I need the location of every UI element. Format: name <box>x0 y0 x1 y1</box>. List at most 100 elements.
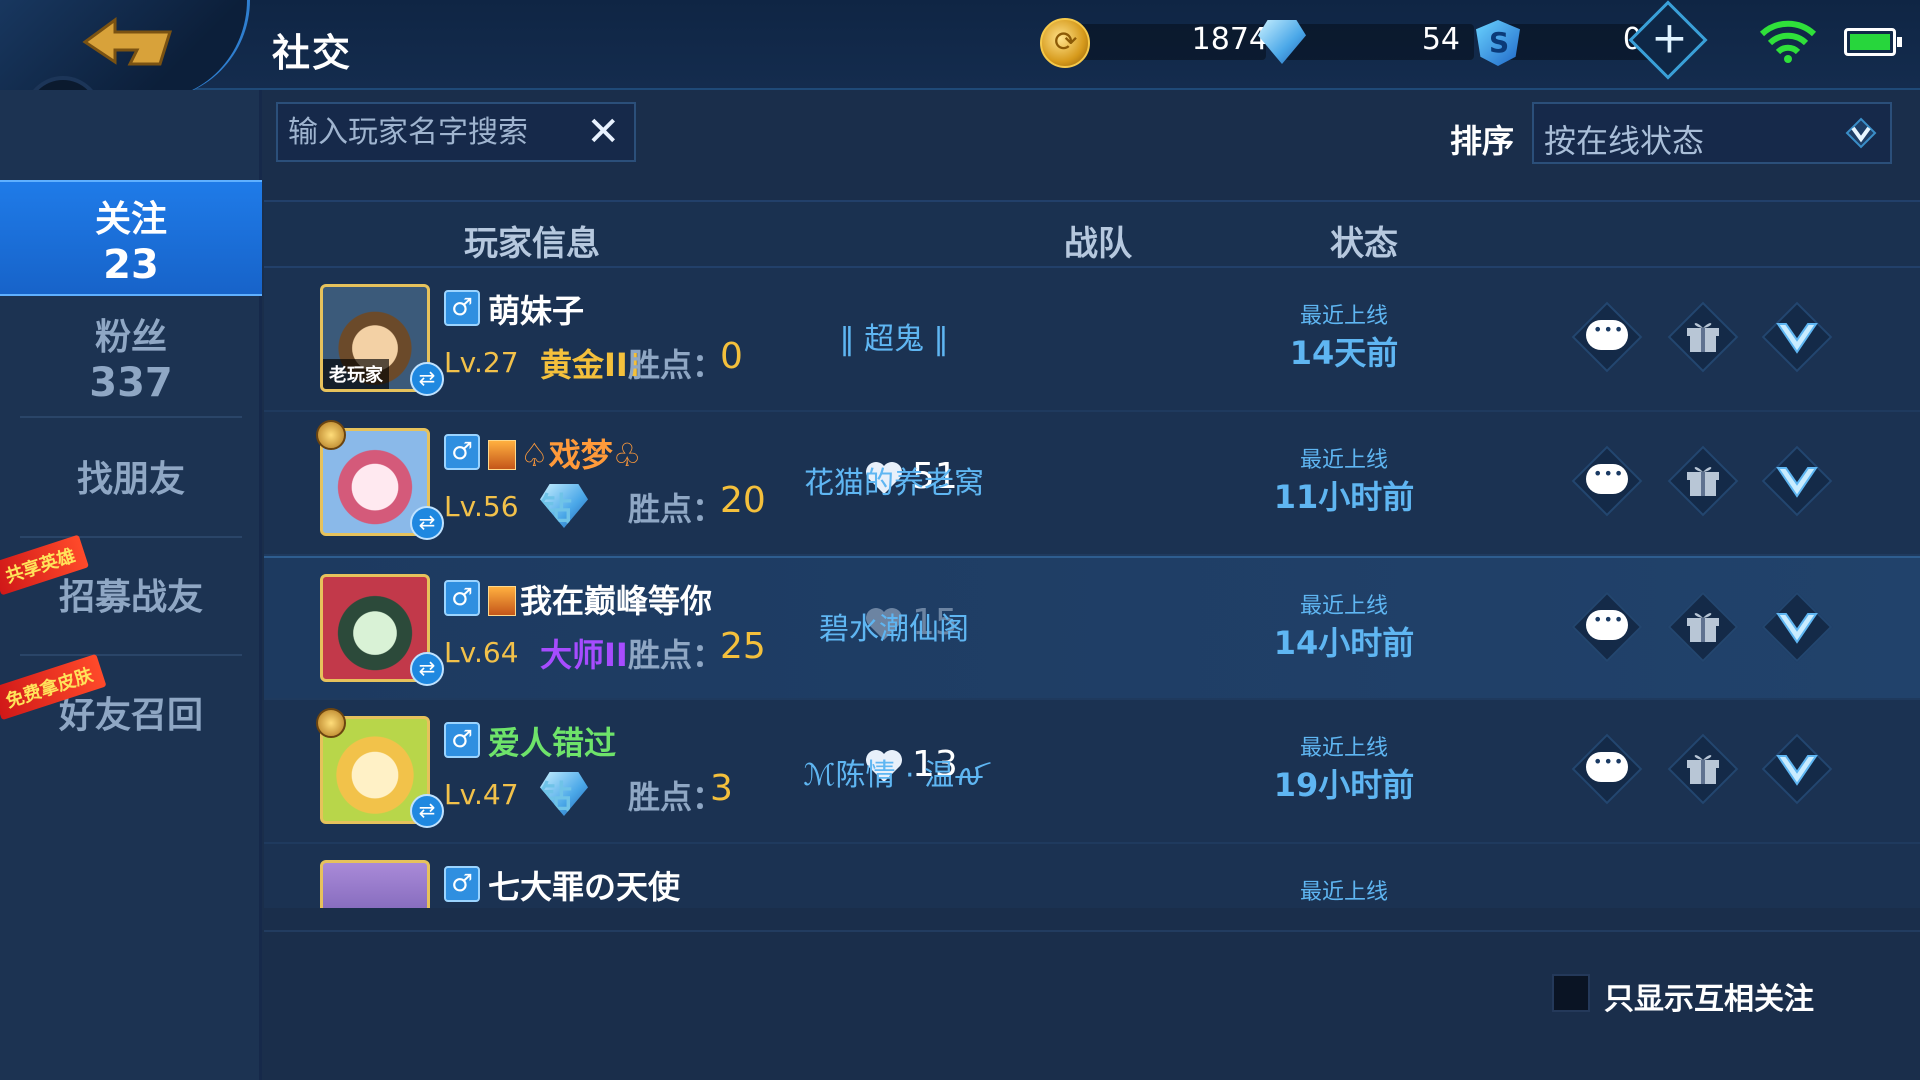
search-box: ✕ <box>276 102 636 162</box>
chat-button[interactable] <box>1571 733 1643 805</box>
sidebar-item-label: 粉丝 <box>94 317 167 358</box>
rank-tier: 钻石III <box>540 484 588 528</box>
team-name[interactable]: 碧水潮仙阁 <box>704 604 1084 648</box>
mutual-only-label[interactable]: 只显示互相关注 <box>1604 974 1814 1018</box>
gift-icon <box>1687 613 1719 642</box>
guild-badge-icon <box>488 440 516 470</box>
gold-counter: 1874 <box>1040 18 1268 68</box>
player-level: Lv.27 <box>444 346 519 379</box>
gift-button[interactable] <box>1667 591 1739 663</box>
table-row[interactable]: ♂ 七大罪の天使 最近上线 <box>264 844 1920 908</box>
status-title: 最近上线 <box>1299 594 1388 619</box>
status-time: 14小时前 <box>1273 624 1415 662</box>
player-name: 萌妹子 <box>488 292 585 330</box>
diamond-value: 54 <box>1421 22 1460 57</box>
chat-button[interactable] <box>1571 591 1643 663</box>
rank-medal-icon <box>316 708 346 738</box>
male-icon: ♂ <box>444 434 480 470</box>
player-name: 我在巅峰等你 <box>488 576 712 622</box>
more-options-button[interactable] <box>1761 445 1833 517</box>
player-level: Lv.47 <box>444 778 519 811</box>
swap-icon: ⇄ <box>410 652 444 686</box>
status-title: 最近上线 <box>1299 448 1388 473</box>
swap-icon: ⇄ <box>410 794 444 828</box>
status-title: 最近上线 <box>1299 880 1388 905</box>
back-arrow-icon <box>82 17 173 66</box>
status-title: 最近上线 <box>1299 304 1388 329</box>
back-button[interactable] <box>0 0 250 100</box>
sidebar-item-label: 找朋友 <box>76 459 185 500</box>
chevron-down-icon <box>1845 117 1877 149</box>
chevron-down-icon <box>1776 755 1818 786</box>
gift-icon <box>1687 323 1719 352</box>
table-row[interactable]: ⇄ ♂ ♤戏梦♧ Lv.56 钻石III 胜点： 20 51 花猫的养老窝 最近… <box>264 412 1920 556</box>
gift-icon <box>1687 755 1719 784</box>
diamond-counter: 54 <box>1258 18 1474 66</box>
gold-value: 1874 <box>1191 22 1268 57</box>
sidebar: 关注 23 粉丝 337 找朋友 招募战友 共享英雄 好友召回 免费拿皮肤 <box>0 90 262 1080</box>
more-options-button[interactable] <box>1761 301 1833 373</box>
player-level: Lv.56 <box>444 490 519 523</box>
swap-icon: ⇄ <box>410 362 444 396</box>
battery-icon <box>1844 28 1902 56</box>
gift-button[interactable] <box>1667 301 1739 373</box>
chat-bubble-icon <box>1586 610 1628 640</box>
header-team: 战队 <box>1064 224 1132 264</box>
sort-label: 排序 <box>1450 122 1515 160</box>
gift-icon <box>1687 467 1719 496</box>
chat-bubble-icon <box>1586 320 1628 350</box>
plus-icon: + <box>1650 12 1688 64</box>
status-time: 14天前 <box>1289 334 1399 372</box>
following-table: 玩家信息 战队 状态 老玩家 ⇄ ♂ 萌妹子 Lv.27 黄金III 胜点： 0… <box>264 200 1920 930</box>
header-player-info: 玩家信息 <box>464 224 600 264</box>
table-row[interactable]: 老玩家 ⇄ ♂ 萌妹子 Lv.27 黄金III 胜点： 0 ‖ 超鬼 ‖ 最近上… <box>264 268 1920 412</box>
table-row[interactable]: ⇄ ♂ 我在巅峰等你 Lv.64 大师II 胜点： 25 15 碧水潮仙阁 最近… <box>264 556 1920 700</box>
male-icon: ♂ <box>444 866 480 902</box>
close-icon[interactable]: ✕ <box>586 112 620 152</box>
rank-tier: 钻石II <box>540 772 588 816</box>
sidebar-item-fans[interactable]: 粉丝 337 <box>0 308 262 416</box>
male-icon: ♂ <box>444 580 480 616</box>
male-icon: ♂ <box>444 290 480 326</box>
avatar[interactable] <box>320 860 430 908</box>
following-count: 23 <box>103 242 159 288</box>
gold-coin-icon <box>1040 18 1090 68</box>
player-name: 七大罪の天使 <box>488 868 681 906</box>
team-name[interactable]: ℳ陈情 · 温ꫛ <box>704 746 1084 809</box>
more-options-button[interactable] <box>1761 591 1833 663</box>
search-input[interactable] <box>288 112 568 152</box>
sort-dropdown[interactable]: 按在线状态 <box>1532 102 1892 164</box>
player-name-text: ♤戏梦♧ <box>520 436 642 474</box>
chevron-down-icon <box>1776 613 1818 644</box>
swap-icon: ⇄ <box>410 506 444 540</box>
rank-tier: 黄金III <box>540 346 640 384</box>
chat-button[interactable] <box>1571 301 1643 373</box>
mutual-only-checkbox[interactable] <box>1552 974 1590 1012</box>
player-level: Lv.64 <box>444 636 519 669</box>
veteran-badge: 老玩家 <box>323 359 389 389</box>
wifi-icon <box>1759 20 1817 63</box>
fans-count: 337 <box>89 360 173 406</box>
sidebar-item-find-friends[interactable]: 找朋友 <box>0 450 262 530</box>
chat-button[interactable] <box>1571 445 1643 517</box>
sidebar-item-label: 招募战友 <box>58 577 203 618</box>
sidebar-item-label: 关注 <box>94 199 167 240</box>
gift-button[interactable] <box>1667 445 1739 517</box>
player-name: 爱人错过 <box>488 724 617 762</box>
player-name-text: 我在巅峰等你 <box>520 582 713 620</box>
gift-button[interactable] <box>1667 733 1739 805</box>
more-options-button[interactable] <box>1761 733 1833 805</box>
recharge-plus-button[interactable]: + <box>1628 0 1708 80</box>
male-icon: ♂ <box>444 722 480 758</box>
table-row[interactable]: ⇄ ♂ 爱人错过 Lv.47 钻石II 胜点： 3 13 ℳ陈情 · 温ꫛ 最近… <box>264 700 1920 844</box>
sidebar-item-following[interactable]: 关注 23 <box>0 180 262 296</box>
status-time: 19小时前 <box>1273 766 1415 804</box>
player-name: ♤戏梦♧ <box>488 430 641 476</box>
team-name[interactable]: ‖ 超鬼 ‖ <box>704 314 1084 358</box>
rank-tier: 大师II <box>540 636 628 674</box>
header-status: 状态 <box>1330 224 1398 264</box>
status-title: 最近上线 <box>1299 736 1388 761</box>
rank-medal-icon <box>316 420 346 450</box>
team-name[interactable]: 花猫的养老窝 <box>704 458 1084 502</box>
table-header: 玩家信息 战队 状态 <box>264 200 1920 268</box>
